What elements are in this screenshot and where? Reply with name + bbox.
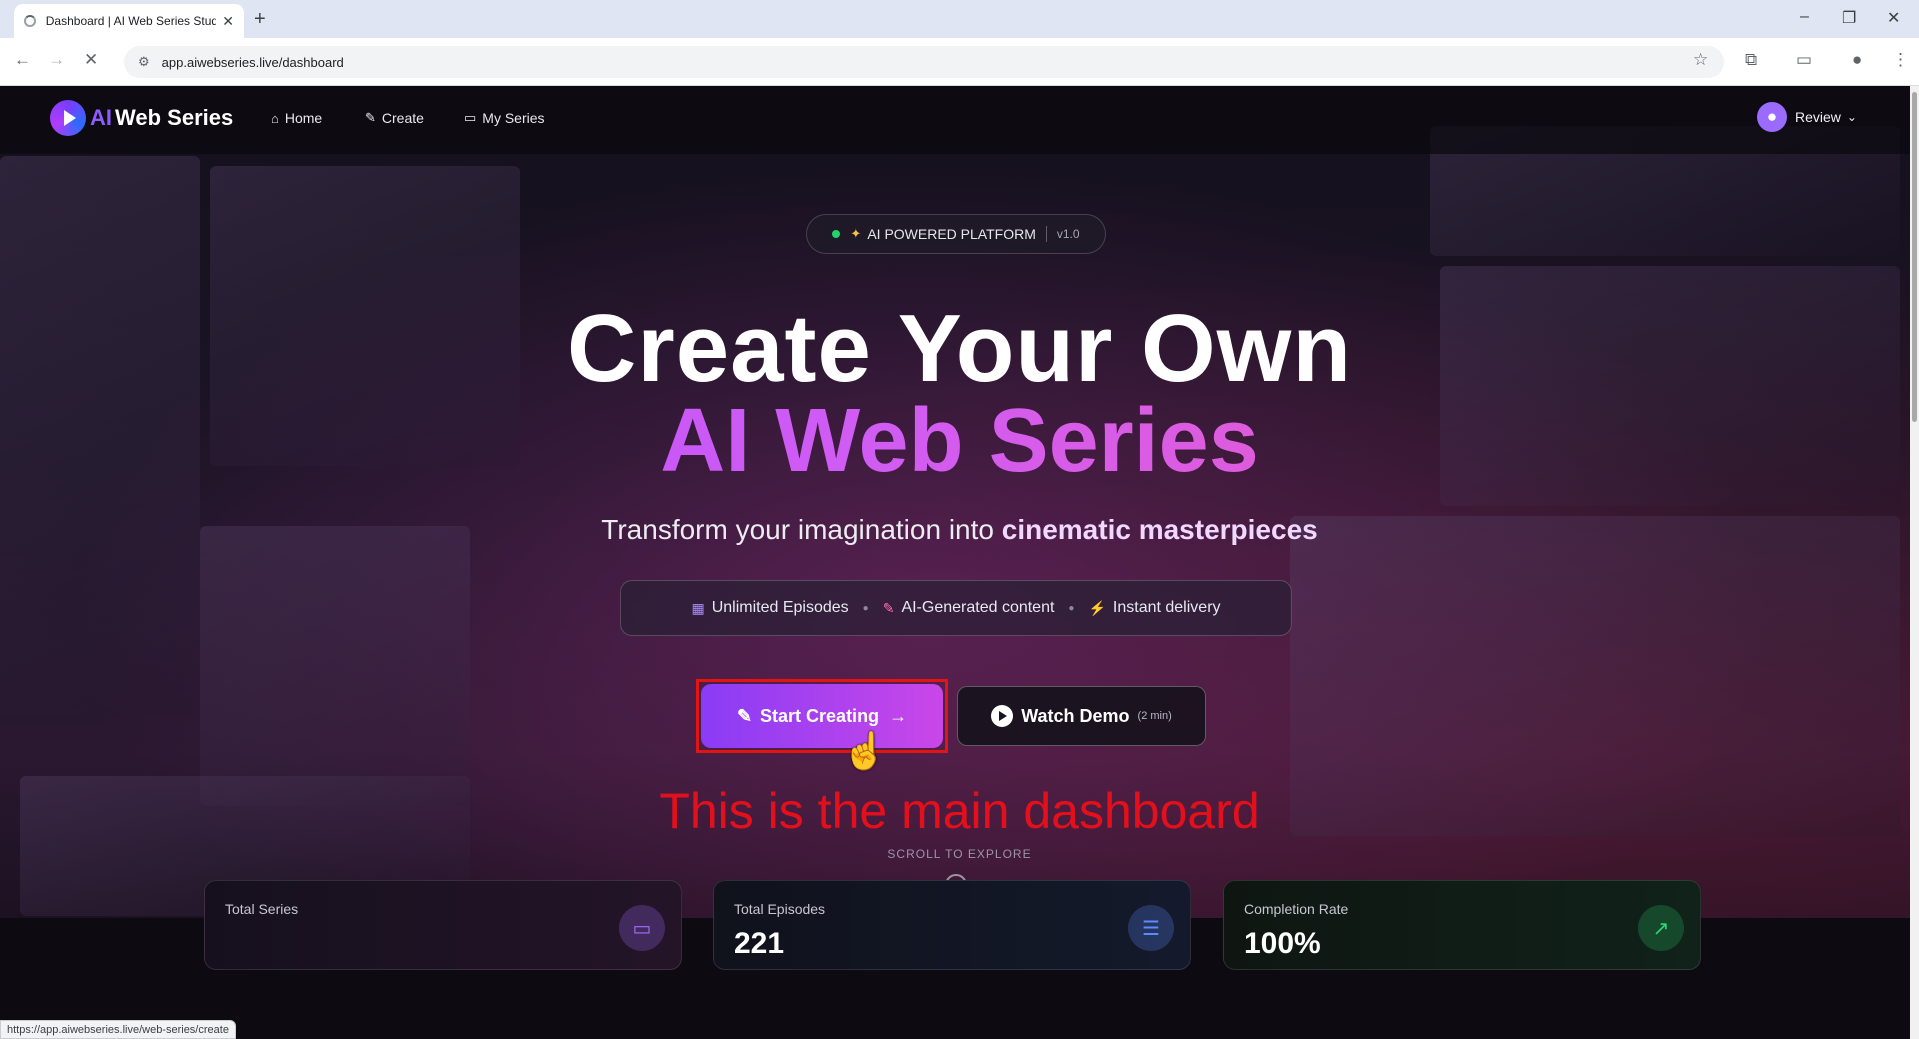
badge-version: v1.0 [1056,227,1080,241]
chart-up-icon: ↗ [1638,905,1684,951]
watch-demo-label: Watch Demo [1021,705,1130,726]
minimize-icon[interactable]: – [1800,8,1809,26]
badge-divider [1045,226,1047,242]
film-icon: ▦ [691,599,705,616]
stat-label: Total Series [225,901,299,917]
home-icon: ⌂ [271,110,279,126]
badge-text: AI POWERED PLATFORM [867,226,1036,242]
feature-separator: ● [1068,602,1075,614]
logo-play-icon [50,100,86,136]
play-icon [991,705,1014,727]
background-image [200,526,470,806]
menu-dots-icon[interactable]: ⋮ [1892,50,1909,70]
feature-unlimited-episodes: ▦ Unlimited Episodes [691,599,848,617]
stop-loading-icon[interactable]: ✕ [84,50,98,70]
stat-value: 221 [734,927,785,960]
annotation-highlight-box [696,679,948,753]
close-tab-icon[interactable]: ✕ [222,13,234,30]
browser-toolbar: ← → ✕ ⚙ app.aiwebseries.live/dashboard ☆… [0,38,1919,86]
nav-home-label: Home [284,110,323,126]
watch-demo-button[interactable]: Watch Demo (2 min) [957,686,1206,746]
hand-pointer-icon: ☝ [842,730,887,771]
nav-create-label: Create [381,110,424,126]
nav-home[interactable]: ⌂ Home [271,110,322,126]
stat-card-total-episodes: Total Episodes 221 ☰ [713,880,1191,970]
stat-value: 100% [1244,927,1321,960]
subtitle-plain: Transform your imagination into [601,514,994,545]
sparkle-icon: ✦ [850,226,862,241]
site-info-icon[interactable]: ⚙ [138,54,150,70]
subtitle-highlight: cinematic masterpieces [1001,514,1318,545]
stat-card-total-series: Total Series ▭ [204,880,682,970]
feature-label: AI-Generated content [901,599,1055,616]
pencil-icon: ✎ [882,599,895,616]
hero-title-line2: AI Web Series [0,390,1919,493]
feature-ai-content: ✎ AI-Generated content [883,599,1055,617]
monitor-icon: ▭ [619,905,665,951]
annotation-caption: This is the main dashboard [659,783,1260,839]
loading-icon [24,15,36,27]
back-icon[interactable]: ← [14,50,31,70]
hero-subtitle: Transform your imagination into cinemati… [0,514,1919,546]
page-scrollbar[interactable] [1910,86,1919,1039]
feature-label: Instant delivery [1112,599,1221,616]
nav-create[interactable]: ✎ Create [365,110,424,126]
user-avatar-icon: ● [1757,102,1787,132]
window-close-icon[interactable]: ✕ [1887,8,1900,28]
hero-title-line1: Create Your Own [567,295,1352,402]
chevron-down-icon: ⌄ [1846,110,1857,124]
browser-tab[interactable]: Dashboard | AI Web Series Stud ✕ [14,4,244,38]
list-icon: ☰ [1128,905,1174,951]
lightning-icon: ⚡ [1088,599,1106,616]
user-name: Review [1795,109,1841,125]
extensions-icon[interactable]: ⧉ [1745,50,1757,70]
scroll-hint: SCROLL TO EXPLORE [887,847,1032,861]
feature-label: Unlimited Episodes [711,599,849,616]
url-text: app.aiwebseries.live/dashboard [161,54,344,70]
monitor-icon: ▭ [464,110,477,125]
status-dot-icon [832,230,841,238]
logo-ai-text: AI [90,105,112,130]
address-bar[interactable]: ⚙ app.aiwebseries.live/dashboard [124,46,1724,78]
logo-text: Web Series [115,105,234,130]
stat-label: Completion Rate [1244,901,1349,917]
feature-strip: ▦ Unlimited Episodes ● ✎ AI-Generated co… [620,580,1292,636]
tab-title: Dashboard | AI Web Series Stud [45,14,217,28]
platform-badge: ✦ AI POWERED PLATFORM v1.0 [806,214,1106,254]
user-menu[interactable]: ● Review ⌄ [1757,102,1857,132]
nav-my-series[interactable]: ▭ My Series [464,110,545,126]
app-navbar: AI Web Series ⌂ Home ✎ Create ▭ My Serie… [0,86,1919,154]
cast-icon[interactable]: ▭ [1796,50,1812,70]
profile-icon[interactable]: ● [1852,50,1862,70]
nav-my-series-label: My Series [482,110,545,126]
forward-icon[interactable]: → [48,50,65,70]
browser-tabstrip: Dashboard | AI Web Series Stud ✕ + – ❐ ✕ [0,0,1919,38]
restore-icon[interactable]: ❐ [1842,8,1856,28]
stat-label: Total Episodes [734,901,826,917]
stat-card-completion-rate: Completion Rate 100% ↗ [1223,880,1701,970]
demo-duration: (2 min) [1137,710,1172,722]
new-tab-button[interactable]: + [254,8,266,31]
bookmark-star-icon[interactable]: ☆ [1693,50,1708,70]
feature-instant-delivery: ⚡ Instant delivery [1088,599,1220,617]
scrollbar-thumb[interactable] [1912,92,1917,422]
feature-separator: ● [862,602,869,614]
pencil-icon: ✎ [365,110,376,125]
status-bar-url: https://app.aiwebseries.live/web-series/… [0,1020,236,1039]
app-logo[interactable]: AI Web Series [50,100,233,136]
